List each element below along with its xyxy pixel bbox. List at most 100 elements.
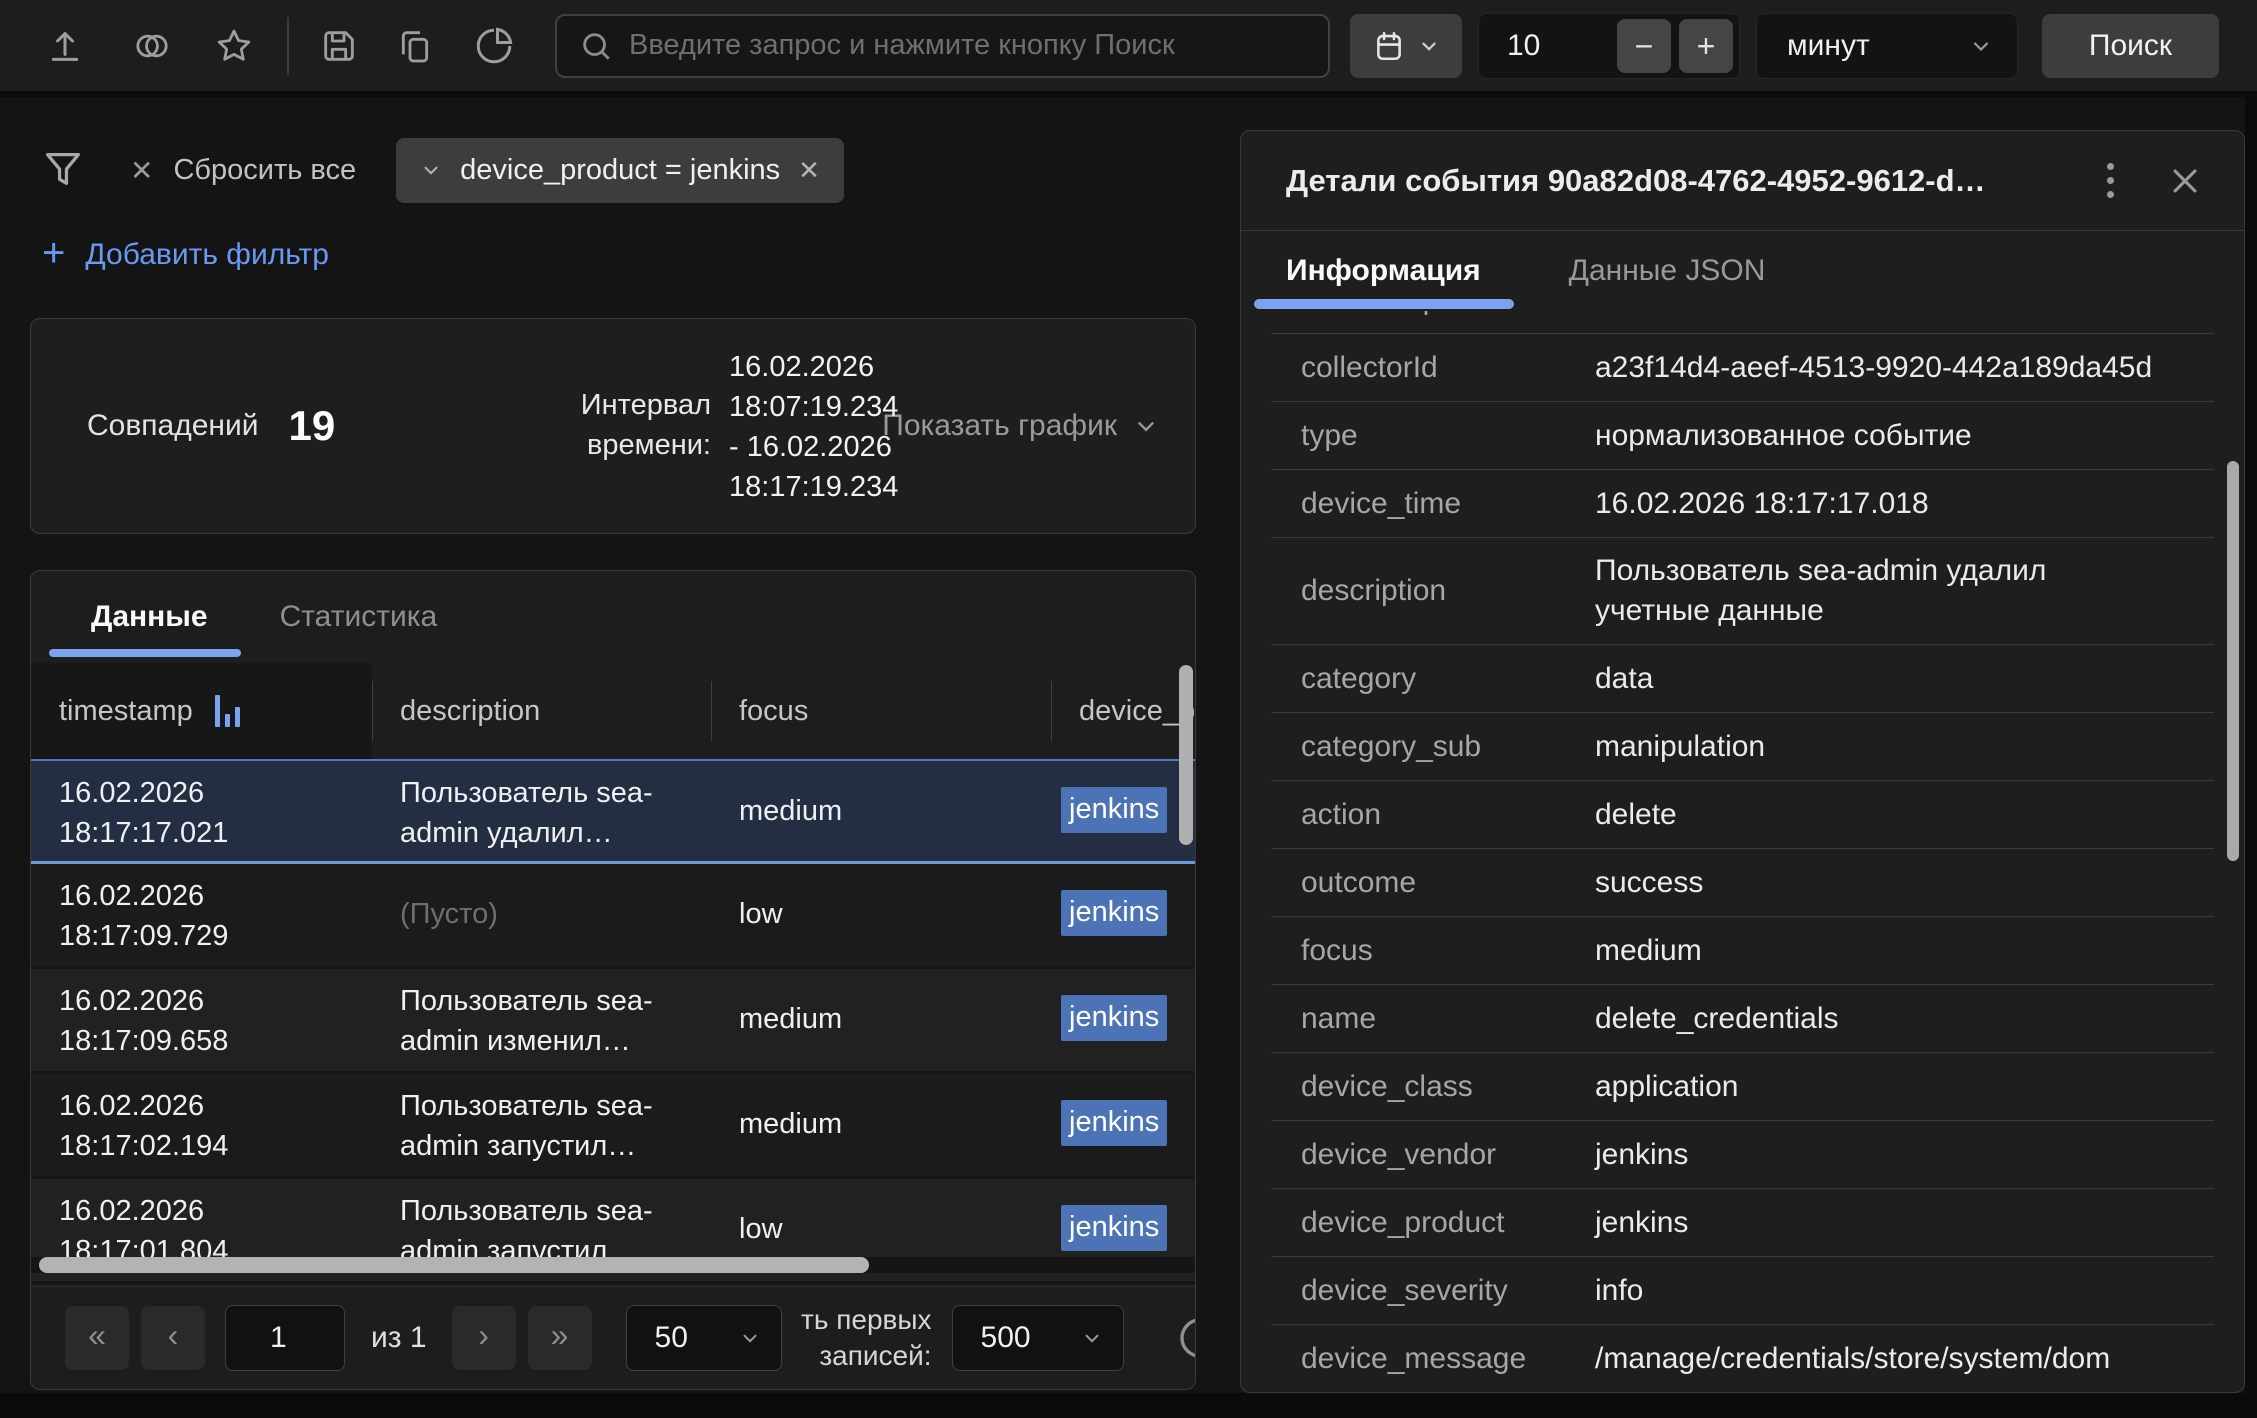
detail-row: category_submanipulation — [1271, 713, 2214, 781]
cell-timestamp: 16.02.2026 18:17:09.658 — [31, 969, 372, 1071]
remove-filter-icon[interactable]: ✕ — [798, 155, 820, 186]
prev-page-button[interactable]: ‹ — [141, 1306, 205, 1370]
field-value: medium — [1595, 918, 2195, 984]
reset-all-label: Сбросить все — [173, 154, 356, 187]
save-icon[interactable] — [319, 26, 359, 66]
pie-chart-icon[interactable] — [473, 25, 515, 67]
detail-row: actiondelete — [1271, 781, 2214, 849]
last-page-button[interactable]: » — [528, 1306, 592, 1370]
star-icon[interactable] — [213, 25, 255, 67]
detail-row: collectorIda23f14d4-aeef-4513-9920-442a1… — [1271, 334, 2214, 402]
field-value: jenkins — [1595, 1122, 2195, 1188]
details-fields: timestamp16.02.2026 18:17:17.021 collect… — [1271, 311, 2214, 1390]
increment-button[interactable]: + — [1679, 19, 1733, 73]
field-key: collectorId — [1301, 351, 1595, 385]
next-page-button[interactable]: › — [452, 1306, 516, 1370]
chevron-down-icon — [1081, 1327, 1103, 1349]
cell-focus: low — [711, 864, 1051, 966]
interval-label: Интервал времени: — [511, 385, 711, 465]
details-title: Детали события 90a82d08-4762-4952-9612-d… — [1286, 163, 1986, 199]
filter-chip-device-product[interactable]: device_product = jenkins ✕ — [396, 138, 844, 203]
filter-bar: ✕ Сбросить все device_product = jenkins … — [40, 137, 844, 203]
cell-description: Пользователь sea-admin запустил… — [372, 1074, 711, 1176]
active-tab-underline — [49, 649, 241, 657]
table-row[interactable]: 16.02.2026 18:17:09.729 (Пусто) low jenk… — [31, 864, 1196, 969]
records-limit-select[interactable]: 500 — [952, 1305, 1124, 1371]
kebab-menu-icon[interactable] — [2097, 157, 2124, 204]
field-key: timestamp — [1301, 311, 1595, 317]
field-key: category — [1301, 662, 1595, 696]
decrement-button[interactable]: − — [1617, 19, 1671, 73]
copy-icon[interactable] — [395, 26, 435, 66]
details-scrollbar-thumb[interactable] — [2227, 461, 2239, 861]
workspace: ✕ Сбросить все device_product = jenkins … — [0, 97, 2245, 1393]
records-limit-label: ть первых записей: — [786, 1302, 932, 1374]
search-button[interactable]: Поиск — [2042, 14, 2219, 78]
close-icon[interactable] — [2168, 164, 2202, 198]
filter-chip-label: device_product = jenkins — [460, 154, 780, 187]
horizontal-scrollbar-thumb[interactable] — [39, 1257, 869, 1273]
reset-all-filters[interactable]: ✕ Сбросить все — [130, 154, 356, 187]
cell-timestamp: 16.02.2026 18:17:09.729 — [31, 864, 372, 966]
tab-information[interactable]: Информация — [1286, 254, 1481, 288]
field-key: category_sub — [1301, 730, 1595, 764]
detail-row: device_severityinfo — [1271, 1257, 2214, 1325]
add-filter-link[interactable]: + Добавить фильтр — [42, 237, 329, 273]
table-row[interactable]: 16.02.2026 18:17:17.021 Пользователь sea… — [31, 759, 1196, 864]
field-value: a23f14d4-aeef-4513-9920-442a189da45d — [1595, 335, 2195, 401]
show-chart-toggle[interactable]: Показать график — [882, 409, 1159, 443]
upload-icon[interactable] — [45, 26, 85, 66]
detail-row: device_classapplication — [1271, 1053, 2214, 1121]
field-key: type — [1301, 419, 1595, 453]
tab-data[interactable]: Данные — [91, 600, 208, 634]
search-input[interactable] — [629, 29, 1308, 62]
tab-json-data[interactable]: Данные JSON — [1569, 254, 1766, 288]
tab-statistics[interactable]: Статистика — [280, 600, 438, 634]
calendar-icon — [1372, 29, 1406, 63]
interval-unit-value: минут — [1787, 29, 1969, 63]
field-key: action — [1301, 798, 1595, 832]
cell-device-product: jenkins — [1051, 969, 1196, 1071]
matches-label: Совпадений — [87, 409, 259, 443]
detail-row: device_vendorjenkins — [1271, 1121, 2214, 1189]
plus-icon: + — [42, 233, 65, 273]
calendar-button[interactable] — [1350, 14, 1462, 78]
intersect-circles-icon[interactable] — [131, 25, 173, 67]
active-tab-underline — [1254, 299, 1514, 309]
sort-icon[interactable] — [215, 695, 240, 727]
vertical-scrollbar-thumb[interactable] — [1179, 665, 1193, 845]
table-row[interactable]: 16.02.2026 18:17:02.194 Пользователь sea… — [31, 1074, 1196, 1179]
detail-row: outcomesuccess — [1271, 849, 2214, 917]
column-header-device-product[interactable]: device_product — [1051, 663, 1196, 759]
field-value: 16.02.2026 18:17:17.018 — [1595, 471, 2195, 537]
table-row[interactable]: 16.02.2026 18:17:09.658 Пользователь sea… — [31, 969, 1196, 1074]
horizontal-scrollbar[interactable] — [31, 1257, 1195, 1273]
page-size-select[interactable]: 50 — [626, 1305, 782, 1371]
interval-unit-select[interactable]: минут — [1756, 13, 2018, 79]
column-header-timestamp[interactable]: timestamp — [31, 663, 372, 759]
detail-row: namedelete_credentials — [1271, 985, 2214, 1053]
column-header-focus[interactable]: focus — [711, 663, 1051, 759]
page-number-input[interactable] — [225, 1305, 345, 1371]
chevron-down-icon — [1969, 34, 1993, 58]
field-key: outcome — [1301, 866, 1595, 900]
device-product-highlight: jenkins — [1061, 1100, 1167, 1146]
first-page-button[interactable]: « — [65, 1306, 129, 1370]
filter-funnel-icon[interactable] — [40, 147, 86, 193]
field-key: device_message — [1301, 1342, 1595, 1376]
field-value: data — [1595, 646, 2195, 712]
field-value: нормализованное событие — [1595, 403, 2195, 469]
interval-value[interactable]: 10 — [1507, 29, 1617, 63]
field-key: description — [1301, 574, 1595, 608]
device-product-highlight: jenkins — [1061, 995, 1167, 1041]
close-icon: ✕ — [130, 154, 153, 187]
field-key: focus — [1301, 934, 1595, 968]
column-header-description[interactable]: description — [372, 663, 711, 759]
cell-timestamp: 16.02.2026 18:17:17.021 — [31, 761, 372, 861]
device-product-highlight: jenkins — [1061, 787, 1167, 833]
field-value: 16.02.2026 18:17:17.021 — [1595, 311, 2195, 333]
detail-row: typeнормализованное событие — [1271, 402, 2214, 470]
cell-device-product: jenkins — [1051, 761, 1196, 861]
clock-icon — [1176, 1314, 1196, 1362]
field-value: manipulation — [1595, 714, 2195, 780]
